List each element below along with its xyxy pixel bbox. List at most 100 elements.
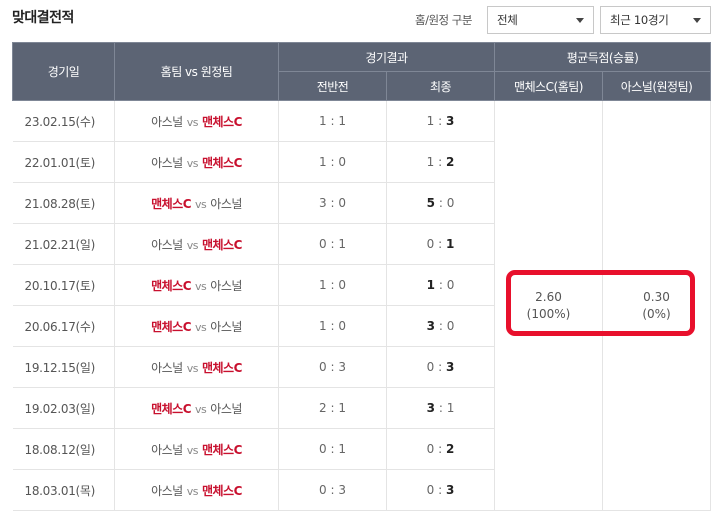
final-home-score: 0 bbox=[426, 483, 435, 497]
away-team[interactable]: 아스널 bbox=[210, 279, 242, 293]
match-teams: 아스널 vs 맨체스C bbox=[114, 100, 279, 142]
home-away-filter-label: 홈/원정 구분 bbox=[415, 13, 472, 27]
away-team[interactable]: 아스널 bbox=[210, 197, 242, 211]
match-teams: 맨체스C vs 아스널 bbox=[114, 305, 279, 347]
home-away-select[interactable]: 전체 bbox=[487, 6, 594, 34]
vs-label: vs bbox=[186, 156, 199, 170]
match-date: 19.12.15(일) bbox=[12, 346, 115, 388]
half-score: 1 : 1 bbox=[278, 100, 387, 142]
home-team[interactable]: 맨체스C bbox=[151, 279, 191, 293]
half-score: 0 : 3 bbox=[278, 469, 387, 511]
vs-label: vs bbox=[186, 484, 199, 498]
match-date: 18.03.01(목) bbox=[12, 469, 115, 511]
avg-home-score: 2.60 bbox=[535, 289, 562, 304]
match-date: 18.08.12(일) bbox=[12, 428, 115, 470]
col-result: 경기결과 bbox=[277, 42, 496, 72]
match-teams: 아스널 vs 맨체스C bbox=[114, 223, 279, 265]
away-team[interactable]: 맨체스C bbox=[202, 443, 242, 457]
home-team[interactable]: 맨체스C bbox=[151, 320, 191, 334]
avg-away-cell: 0.30 (0%) bbox=[602, 100, 712, 511]
home-team[interactable]: 아스널 bbox=[151, 238, 183, 252]
final-home-score: 3 bbox=[426, 401, 436, 415]
home-team[interactable]: 맨체스C bbox=[151, 402, 191, 416]
final-away-score: 2 bbox=[445, 442, 455, 456]
match-teams: 아스널 vs 맨체스C bbox=[114, 428, 279, 470]
col-final: 최종 bbox=[385, 71, 496, 101]
final-score: 0 : 1 bbox=[386, 223, 496, 265]
half-score: 0 : 3 bbox=[278, 346, 387, 388]
away-team[interactable]: 아스널 bbox=[210, 320, 242, 334]
match-date: 23.02.15(수) bbox=[12, 100, 115, 142]
vs-label: vs bbox=[195, 402, 207, 416]
final-away-score: 0 bbox=[446, 196, 455, 210]
home-team[interactable]: 아스널 bbox=[151, 443, 183, 457]
final-away-score: 3 bbox=[445, 483, 455, 497]
final-score: 3 : 0 bbox=[386, 305, 496, 347]
avg-home-rate: (100%) bbox=[526, 306, 571, 321]
half-score: 1 : 0 bbox=[278, 305, 387, 347]
away-team[interactable]: 맨체스C bbox=[202, 361, 242, 375]
final-score: 1 : 2 bbox=[386, 141, 496, 183]
col-avg: 평균득점(승률) bbox=[494, 42, 712, 72]
away-team[interactable]: 맨체스C bbox=[202, 156, 242, 170]
final-home-score: 0 bbox=[426, 442, 435, 456]
match-date: 22.01.01(토) bbox=[12, 141, 115, 183]
half-score: 0 : 1 bbox=[278, 223, 387, 265]
recent-games-select[interactable]: 최근 10경기 bbox=[600, 6, 711, 34]
col-teams: 홈팀 vs 원정팀 bbox=[114, 42, 279, 101]
match-teams: 맨체스C vs 아스널 bbox=[114, 264, 279, 306]
away-team[interactable]: 맨체스C bbox=[202, 484, 242, 498]
half-score: 1 : 0 bbox=[278, 141, 387, 183]
match-date: 19.02.03(일) bbox=[12, 387, 115, 429]
header: 맞대결전적 홈/원정 구분 전체 최근 10경기 bbox=[0, 0, 720, 40]
final-home-score: 5 bbox=[426, 196, 436, 210]
vs-label: vs bbox=[195, 279, 207, 293]
match-teams: 아스널 vs 맨체스C bbox=[114, 346, 279, 388]
col-avg-away: 아스널(원정팀) bbox=[602, 71, 712, 101]
final-away-score: 1 bbox=[446, 401, 455, 415]
final-score: 1 : 0 bbox=[386, 264, 496, 306]
half-score: 2 : 1 bbox=[278, 387, 387, 429]
final-away-score: 0 bbox=[446, 319, 455, 333]
avg-away-score: 0.30 bbox=[643, 289, 670, 304]
table-row: 23.02.15(수) 아스널 vs 맨체스C 1 : 11 : 3 2.60 (100%)… bbox=[12, 100, 712, 511]
vs-label: vs bbox=[186, 443, 199, 457]
home-away-select-value: 전체 bbox=[497, 13, 518, 27]
final-score: 1 : 3 bbox=[386, 100, 496, 142]
half-score: 3 : 0 bbox=[278, 182, 387, 224]
vs-label: vs bbox=[195, 320, 207, 334]
match-date: 20.10.17(토) bbox=[12, 264, 115, 306]
head-to-head-table: 경기일 홈팀 vs 원정팀 경기결과 평균득점(승률) 전반전 최종 맨체스C(… bbox=[12, 42, 712, 511]
home-team[interactable]: 아스널 bbox=[151, 484, 183, 498]
final-away-score: 2 bbox=[445, 155, 455, 169]
recent-games-select-value: 최근 10경기 bbox=[610, 13, 669, 27]
chevron-down-icon bbox=[576, 18, 584, 23]
home-team[interactable]: 아스널 bbox=[151, 115, 183, 129]
col-avg-home: 맨체스C(홈팀) bbox=[494, 71, 604, 101]
half-score: 1 : 0 bbox=[278, 264, 387, 306]
match-teams: 아스널 vs 맨체스C bbox=[114, 469, 279, 511]
home-team[interactable]: 아스널 bbox=[151, 156, 183, 170]
home-team[interactable]: 맨체스C bbox=[151, 197, 191, 211]
home-team[interactable]: 아스널 bbox=[151, 361, 183, 375]
vs-label: vs bbox=[186, 115, 199, 129]
final-home-score: 0 bbox=[426, 237, 435, 251]
final-score: 3 : 1 bbox=[386, 387, 496, 429]
vs-label: vs bbox=[186, 238, 199, 252]
match-date: 21.02.21(일) bbox=[12, 223, 115, 265]
avg-away-rate: (0%) bbox=[642, 306, 671, 321]
away-team[interactable]: 맨체스C bbox=[202, 115, 242, 129]
final-home-score: 1 bbox=[426, 278, 436, 292]
away-team[interactable]: 맨체스C bbox=[202, 238, 242, 252]
match-teams: 아스널 vs 맨체스C bbox=[114, 141, 279, 183]
away-team[interactable]: 아스널 bbox=[210, 402, 242, 416]
final-away-score: 0 bbox=[446, 278, 455, 292]
avg-home-cell: 2.60 (100%) bbox=[494, 100, 604, 511]
vs-label: vs bbox=[186, 361, 199, 375]
col-date: 경기일 bbox=[12, 42, 115, 101]
final-home-score: 3 bbox=[426, 319, 436, 333]
final-score: 0 : 3 bbox=[386, 346, 496, 388]
col-half: 전반전 bbox=[278, 71, 387, 101]
page-title: 맞대결전적 bbox=[12, 10, 74, 26]
final-away-score: 1 bbox=[445, 237, 455, 251]
